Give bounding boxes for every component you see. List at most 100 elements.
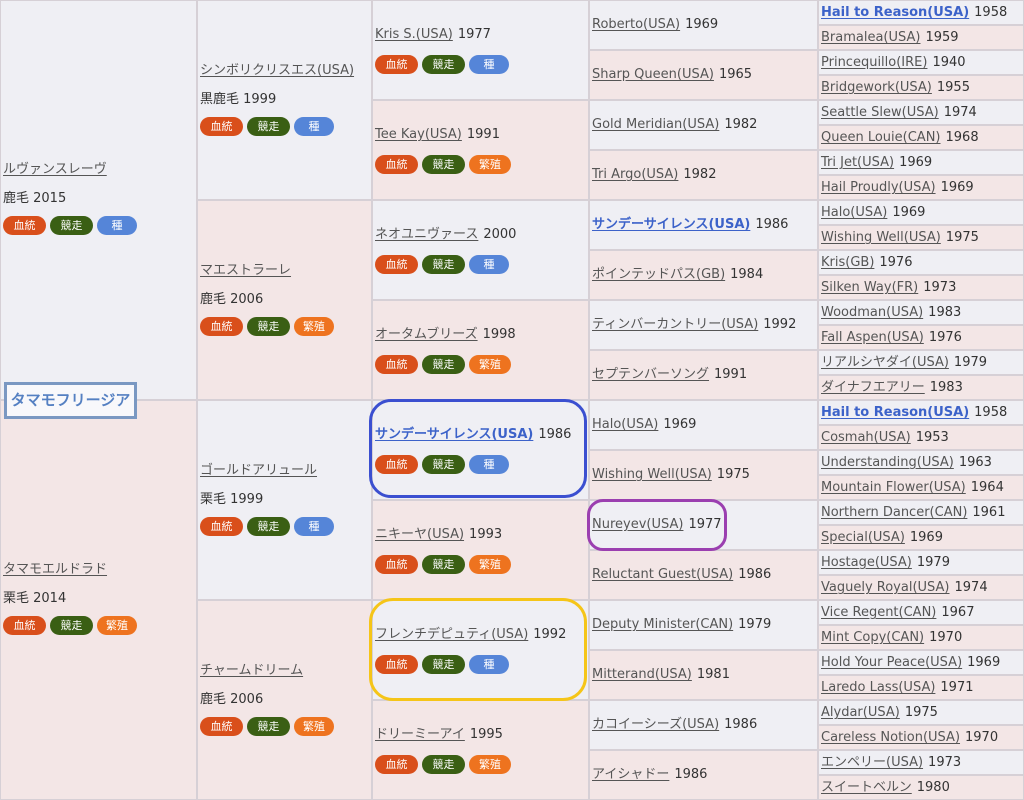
horse-name-link[interactable]: Bridgework(USA)	[821, 80, 932, 95]
horse-name-link[interactable]: Cosmah(USA)	[821, 430, 911, 445]
horse-name-link[interactable]: カコイーシーズ(USA)	[592, 717, 719, 732]
horse-name-link[interactable]: リアルシヤダイ(USA)	[821, 355, 949, 370]
pedigree-badge[interactable]: 血統	[3, 616, 46, 635]
horse-name-link[interactable]: Silken Way(FR)	[821, 280, 918, 295]
horse-name-link[interactable]: Tee Kay(USA)	[375, 127, 462, 142]
horse-name-link[interactable]: マエストラーレ	[200, 263, 291, 278]
horse-name-link[interactable]: Laredo Lass(USA)	[821, 680, 935, 695]
horse-name-link[interactable]: Woodman(USA)	[821, 305, 923, 320]
horse-name-link[interactable]: セプテンバーソング	[592, 367, 709, 382]
horse-name-link[interactable]: ルヴァンスレーヴ	[3, 162, 107, 177]
horse-name-link[interactable]: エンペリー(USA)	[821, 755, 923, 770]
horse-name-link[interactable]: Seattle Slew(USA)	[821, 105, 939, 120]
horse-name-link[interactable]: Hold Your Peace(USA)	[821, 655, 962, 670]
horse-name-link[interactable]: Kris(GB)	[821, 255, 874, 270]
stud-badge[interactable]: 種	[469, 255, 509, 274]
race-badge[interactable]: 競走	[422, 255, 465, 274]
horse-name-link[interactable]: Alydar(USA)	[821, 705, 900, 720]
pedigree-badge[interactable]: 血統	[200, 317, 243, 336]
race-badge[interactable]: 競走	[50, 216, 93, 235]
horse-name-link[interactable]: Careless Notion(USA)	[821, 730, 960, 745]
horse-name-link[interactable]: ゴールドアリュール	[200, 463, 317, 478]
horse-name-link[interactable]: Gold Meridian(USA)	[592, 117, 719, 132]
horse-name-link[interactable]: Halo(USA)	[821, 205, 887, 220]
horse-name-link[interactable]: タマモエルドラド	[3, 562, 107, 577]
horse-name-link[interactable]: サンデーサイレンス(USA)	[375, 427, 533, 442]
horse-name-link[interactable]: フレンチデピュティ(USA)	[375, 627, 528, 642]
horse-name-link[interactable]: シンボリクリスエス(USA)	[200, 63, 354, 78]
horse-name-link[interactable]: Fall Aspen(USA)	[821, 330, 924, 345]
broodmare-badge[interactable]: 繁殖	[97, 616, 137, 635]
horse-name-link[interactable]: Mountain Flower(USA)	[821, 480, 966, 495]
horse-name-link[interactable]: Reluctant Guest(USA)	[592, 567, 733, 582]
horse-name-link[interactable]: Special(USA)	[821, 530, 905, 545]
horse-name-link[interactable]: Halo(USA)	[592, 417, 658, 432]
horse-name-link[interactable]: ニキーヤ(USA)	[375, 527, 464, 542]
stud-badge[interactable]: 種	[469, 455, 509, 474]
broodmare-badge[interactable]: 繁殖	[469, 555, 511, 574]
horse-name-link[interactable]: ドリーミーアイ	[375, 727, 465, 742]
horse-name-link[interactable]: Deputy Minister(CAN)	[592, 617, 733, 632]
race-badge[interactable]: 競走	[422, 655, 465, 674]
horse-name-link[interactable]: Queen Louie(CAN)	[821, 130, 941, 145]
pedigree-badge[interactable]: 血統	[200, 717, 243, 736]
horse-name-link[interactable]: ティンバーカントリー(USA)	[592, 317, 758, 332]
stud-badge[interactable]: 種	[469, 655, 509, 674]
horse-name-link[interactable]: Vice Regent(CAN)	[821, 605, 936, 620]
race-badge[interactable]: 競走	[422, 755, 465, 774]
broodmare-badge[interactable]: 繁殖	[469, 155, 511, 174]
horse-name-link[interactable]: Hail to Reason(USA)	[821, 5, 969, 20]
broodmare-badge[interactable]: 繁殖	[294, 717, 334, 736]
race-badge[interactable]: 競走	[50, 616, 93, 635]
pedigree-badge[interactable]: 血統	[375, 355, 418, 374]
horse-name-link[interactable]: Hail to Reason(USA)	[821, 405, 969, 420]
race-badge[interactable]: 競走	[247, 517, 290, 536]
pedigree-badge[interactable]: 血統	[375, 455, 418, 474]
horse-name-link[interactable]: スイートベルン	[821, 780, 912, 795]
horse-name-link[interactable]: Northern Dancer(CAN)	[821, 505, 967, 520]
horse-name-link[interactable]: Mitterand(USA)	[592, 667, 692, 682]
race-badge[interactable]: 競走	[422, 155, 465, 174]
horse-name-link[interactable]: Kris S.(USA)	[375, 27, 453, 42]
race-badge[interactable]: 競走	[422, 355, 465, 374]
horse-name-link[interactable]: Bramalea(USA)	[821, 30, 920, 45]
pedigree-badge[interactable]: 血統	[375, 555, 418, 574]
horse-name-link[interactable]: チャームドリーム	[200, 663, 303, 678]
stud-badge[interactable]: 種	[294, 117, 334, 136]
horse-name-link[interactable]: Princequillo(IRE)	[821, 55, 927, 70]
horse-name-link[interactable]: オータムブリーズ	[375, 327, 478, 342]
horse-name-link[interactable]: Hail Proudly(USA)	[821, 180, 936, 195]
horse-name-link[interactable]: Understanding(USA)	[821, 455, 954, 470]
pedigree-badge[interactable]: 血統	[3, 216, 46, 235]
horse-name-link[interactable]: Wishing Well(USA)	[821, 230, 941, 245]
horse-name-link[interactable]: Tri Jet(USA)	[821, 155, 894, 170]
horse-name-link[interactable]: アイシャドー	[592, 767, 669, 782]
pedigree-badge[interactable]: 血統	[375, 655, 418, 674]
horse-name-link[interactable]: ポインテッドパス(GB)	[592, 267, 725, 282]
pedigree-badge[interactable]: 血統	[375, 755, 418, 774]
broodmare-badge[interactable]: 繁殖	[469, 355, 511, 374]
horse-name-link[interactable]: ネオユニヴァース	[375, 227, 478, 242]
horse-name-link[interactable]: サンデーサイレンス(USA)	[592, 217, 750, 232]
stud-badge[interactable]: 種	[97, 216, 137, 235]
broodmare-badge[interactable]: 繁殖	[294, 317, 334, 336]
pedigree-badge[interactable]: 血統	[375, 155, 418, 174]
stud-badge[interactable]: 種	[294, 517, 334, 536]
race-badge[interactable]: 競走	[247, 117, 290, 136]
race-badge[interactable]: 競走	[247, 717, 290, 736]
horse-name-link[interactable]: Vaguely Royal(USA)	[821, 580, 950, 595]
horse-name-link[interactable]: ダイナフエアリー	[821, 380, 925, 395]
pedigree-badge[interactable]: 血統	[200, 117, 243, 136]
broodmare-badge[interactable]: 繁殖	[469, 755, 511, 774]
horse-name-link[interactable]: Sharp Queen(USA)	[592, 67, 714, 82]
horse-name-link[interactable]: Hostage(USA)	[821, 555, 912, 570]
stud-badge[interactable]: 種	[469, 55, 509, 74]
race-badge[interactable]: 競走	[422, 55, 465, 74]
pedigree-badge[interactable]: 血統	[375, 55, 418, 74]
race-badge[interactable]: 競走	[422, 455, 465, 474]
horse-name-link[interactable]: Tri Argo(USA)	[592, 167, 678, 182]
pedigree-badge[interactable]: 血統	[200, 517, 243, 536]
race-badge[interactable]: 競走	[247, 317, 290, 336]
horse-name-link[interactable]: Roberto(USA)	[592, 17, 680, 32]
horse-name-link[interactable]: Nureyev(USA)	[592, 517, 683, 532]
